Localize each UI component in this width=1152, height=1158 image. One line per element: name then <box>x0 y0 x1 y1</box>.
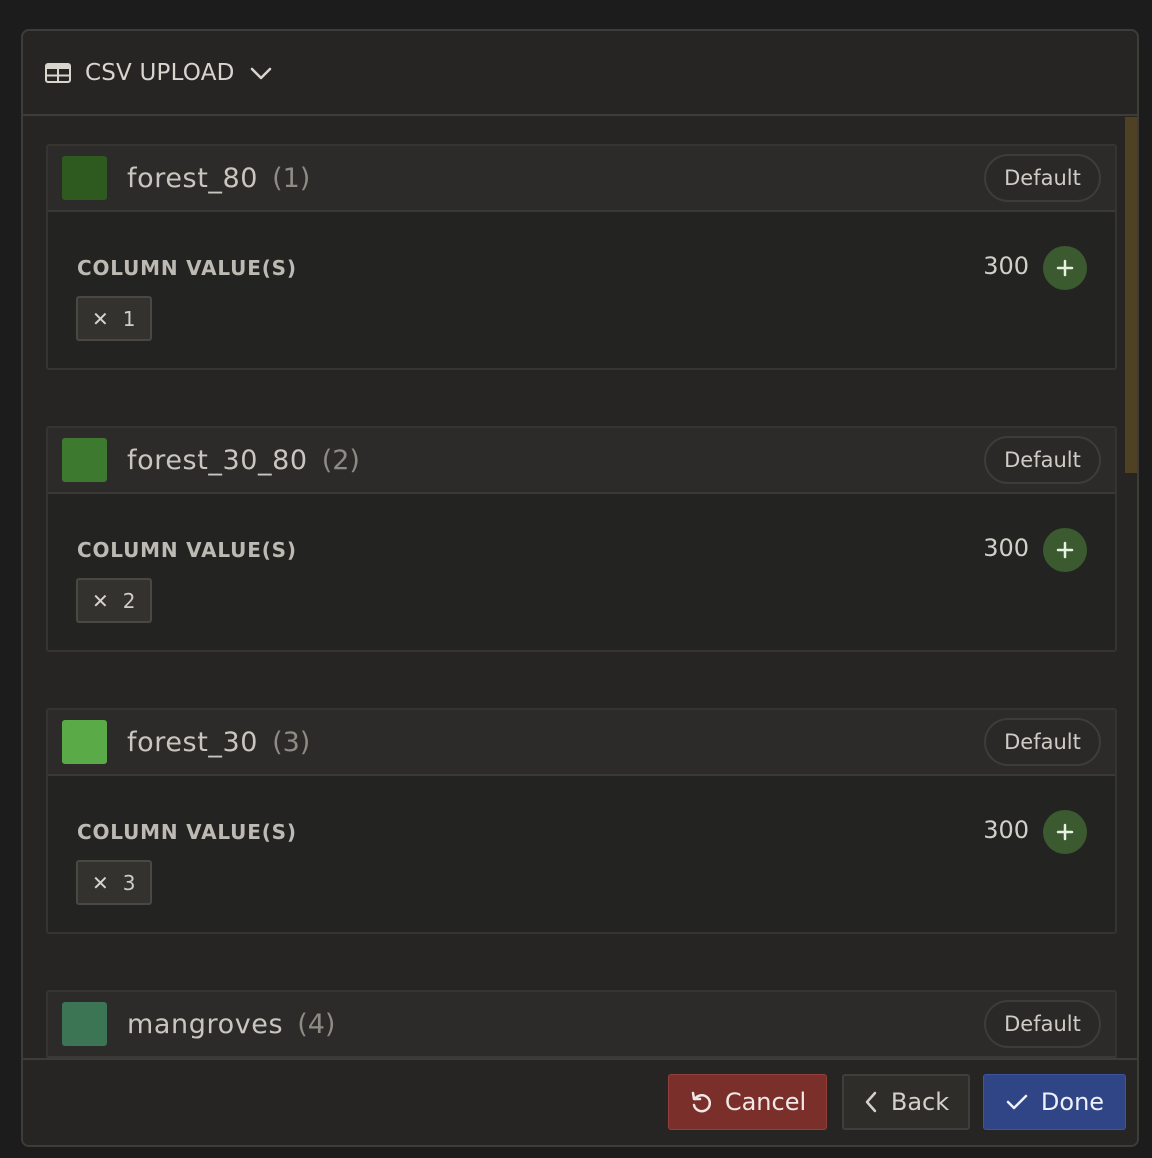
class-card-header: mangroves (4) Default <box>48 992 1115 1058</box>
close-icon[interactable]: ✕ <box>92 589 109 613</box>
column-value-chip[interactable]: ✕ 2 <box>76 578 152 623</box>
class-count: (3) <box>272 726 311 758</box>
class-name: mangroves <box>127 1008 284 1040</box>
class-card-header: forest_30 (3) Default <box>48 710 1115 776</box>
class-count: (2) <box>321 444 360 476</box>
scrollbar-thumb[interactable] <box>1125 117 1137 473</box>
chevron-down-icon[interactable] <box>249 65 273 81</box>
class-card: mangroves (4) Default <box>46 990 1117 1060</box>
class-name: forest_80 <box>127 162 259 194</box>
class-card: forest_30_80 (2) Default COLUMN VALUE(S)… <box>46 426 1117 652</box>
undo-icon <box>691 1091 711 1113</box>
dialog-header[interactable]: CSV UPLOAD <box>23 31 1137 116</box>
class-card-body: COLUMN VALUE(S) 300 ✕ 1 <box>48 212 1115 368</box>
add-value-button[interactable] <box>1043 246 1087 290</box>
class-name: forest_30 <box>127 726 259 758</box>
plus-icon <box>1056 259 1074 277</box>
class-list[interactable]: forest_80 (1) Default COLUMN VALUE(S) 30… <box>23 116 1127 1062</box>
class-card: forest_30 (3) Default COLUMN VALUE(S) 30… <box>46 708 1117 934</box>
done-button[interactable]: Done <box>983 1074 1126 1130</box>
color-swatch[interactable] <box>62 156 107 200</box>
close-icon[interactable]: ✕ <box>92 871 109 895</box>
dialog-footer: Cancel Back Done <box>23 1058 1137 1145</box>
class-name: forest_30_80 <box>127 444 308 476</box>
cancel-button[interactable]: Cancel <box>668 1074 827 1130</box>
class-card-header: forest_30_80 (2) Default <box>48 428 1115 494</box>
add-value-button[interactable] <box>1043 528 1087 572</box>
plus-icon <box>1056 541 1074 559</box>
column-value-chip[interactable]: ✕ 3 <box>76 860 152 905</box>
check-icon <box>1006 1094 1028 1110</box>
cancel-label: Cancel <box>724 1088 807 1116</box>
plus-icon <box>1056 823 1074 841</box>
color-swatch[interactable] <box>62 438 107 482</box>
chevron-left-icon <box>865 1091 877 1113</box>
csv-upload-dialog: CSV UPLOAD forest_80 (1) Default COLUMN … <box>21 29 1139 1147</box>
chip-label: 2 <box>122 588 136 613</box>
column-value-chip[interactable]: ✕ 1 <box>76 296 152 341</box>
done-label: Done <box>1040 1088 1105 1116</box>
default-button[interactable]: Default <box>984 1000 1101 1048</box>
class-card-header: forest_80 (1) Default <box>48 146 1115 212</box>
class-count: (1) <box>272 162 311 194</box>
add-value-button[interactable] <box>1043 810 1087 854</box>
default-button[interactable]: Default <box>984 154 1101 202</box>
column-values-label: COLUMN VALUE(S) <box>77 820 297 844</box>
chip-label: 1 <box>122 306 136 331</box>
table-icon <box>45 62 71 83</box>
chip-label: 3 <box>122 870 136 895</box>
default-button[interactable]: Default <box>984 718 1101 766</box>
dialog-title: CSV UPLOAD <box>85 59 235 86</box>
column-values-label: COLUMN VALUE(S) <box>77 538 297 562</box>
value-number: 300 <box>983 816 1029 844</box>
back-label: Back <box>890 1088 950 1116</box>
default-button[interactable]: Default <box>984 436 1101 484</box>
color-swatch[interactable] <box>62 720 107 764</box>
value-number: 300 <box>983 252 1029 280</box>
column-values-label: COLUMN VALUE(S) <box>77 256 297 280</box>
class-card-body: COLUMN VALUE(S) 300 ✕ 3 <box>48 776 1115 932</box>
class-card: forest_80 (1) Default COLUMN VALUE(S) 30… <box>46 144 1117 370</box>
color-swatch[interactable] <box>62 1002 107 1046</box>
back-button[interactable]: Back <box>842 1074 970 1130</box>
class-count: (4) <box>297 1008 336 1040</box>
close-icon[interactable]: ✕ <box>92 307 109 331</box>
value-number: 300 <box>983 534 1029 562</box>
class-card-body: COLUMN VALUE(S) 300 ✕ 2 <box>48 494 1115 650</box>
